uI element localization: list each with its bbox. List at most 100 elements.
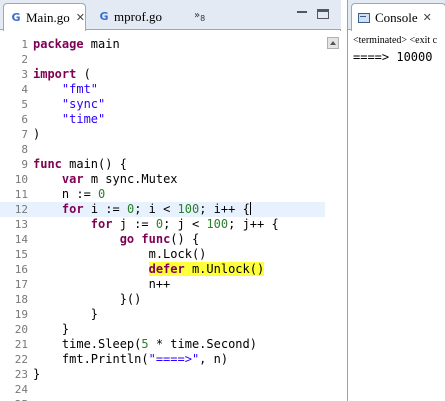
- code-token: "fmt": [61, 82, 99, 96]
- code-line[interactable]: 1 package main: [0, 37, 325, 52]
- editor-pane: G Main.go ✕ G mprof.go »8 1 package main 2…: [0, 0, 341, 401]
- code-text: ): [33, 127, 40, 142]
- editor-tab-bar: G Main.go ✕ G mprof.go »8: [0, 0, 341, 31]
- maximize-button[interactable]: [317, 9, 329, 19]
- code-line[interactable]: 10 var m sync.Mutex: [0, 172, 325, 187]
- code-text: time.Sleep(5 * time.Second): [33, 337, 257, 352]
- code-token: }: [33, 307, 99, 321]
- code-line[interactable]: 17 n++: [0, 277, 325, 292]
- line-number: 9: [21, 158, 28, 171]
- code-line[interactable]: 21 time.Sleep(5 * time.Second): [0, 337, 325, 352]
- close-icon[interactable]: ✕: [76, 11, 85, 24]
- line-number: 12: [14, 203, 28, 216]
- code-editor[interactable]: 1 package main 2 3 import (4 "fmt" 5 "sync" 6 …: [0, 31, 325, 401]
- tab-overflow-button[interactable]: »8: [194, 10, 205, 23]
- console-pane: Console ✕ <terminated> <exit c ====> 100…: [347, 0, 445, 401]
- code-text: n := 0: [33, 187, 105, 202]
- line-number: 2: [21, 53, 28, 66]
- code-line[interactable]: 24: [0, 382, 325, 397]
- code-line[interactable]: 18 }(): [0, 292, 325, 307]
- code-token: m sync.Mutex: [83, 172, 178, 186]
- vertical-scrollbar[interactable]: [325, 31, 341, 401]
- tab-mprof-go[interactable]: G mprof.go: [92, 3, 192, 30]
- line-number: 25: [0, 397, 28, 401]
- close-icon[interactable]: ✕: [423, 11, 432, 24]
- code-line[interactable]: 11 n := 0: [0, 187, 325, 202]
- code-text: var m sync.Mutex: [33, 172, 178, 187]
- code-line[interactable]: 19 }: [0, 307, 325, 322]
- code-token: () {: [170, 232, 200, 246]
- code-token: fmt.Println(: [33, 352, 149, 366]
- code-token: n :=: [33, 187, 99, 201]
- code-token: i :=: [83, 202, 127, 216]
- code-token: m.Unlock(): [184, 262, 265, 276]
- line-number: 24: [14, 383, 28, 396]
- code-line[interactable]: 16 defer m.Unlock(): [0, 262, 325, 277]
- line-number: 4: [21, 83, 28, 96]
- code-token: 100: [206, 217, 229, 231]
- code-line[interactable]: 2: [0, 52, 325, 67]
- line-number: 10: [14, 173, 28, 186]
- code-line[interactable]: 6 "time": [0, 112, 325, 127]
- tab-console[interactable]: Console ✕: [351, 3, 445, 31]
- code-line[interactable]: 13 for j := 0; j < 100; j++ {: [0, 217, 325, 232]
- code-text: import (: [33, 67, 91, 82]
- overflow-count: 8: [200, 14, 206, 23]
- code-token: (: [76, 67, 91, 81]
- code-token: 5: [141, 337, 149, 351]
- tab-main-go[interactable]: G Main.go ✕: [3, 3, 86, 31]
- code-text: }: [33, 307, 98, 322]
- line-number: 14: [14, 233, 28, 246]
- line-number: 16: [14, 263, 28, 276]
- code-text: "sync": [33, 97, 105, 112]
- console-tab-bar: Console ✕: [348, 0, 445, 31]
- code-line[interactable]: 12 for i := 0; i < 100; i++ {: [0, 202, 325, 217]
- code-token: * time.Second): [148, 337, 257, 351]
- code-token: ; j++ {: [228, 217, 279, 231]
- code-token: time.Sleep(: [33, 337, 142, 351]
- code-text: go func() {: [33, 232, 200, 247]
- code-line[interactable]: 22 fmt.Println("====>", n): [0, 352, 325, 367]
- line-number: 15: [14, 248, 28, 261]
- code-line[interactable]: 5 "sync": [0, 97, 325, 112]
- minimize-button[interactable]: [296, 9, 308, 19]
- code-line[interactable]: 3 import (: [0, 67, 325, 82]
- code-token: }: [33, 367, 41, 381]
- code-text: fmt.Println("====>", n): [33, 352, 228, 367]
- line-number: 8: [21, 143, 28, 156]
- code-line[interactable]: 20 }: [0, 322, 325, 337]
- line-number: 20: [14, 323, 28, 336]
- code-line[interactable]: 7): [0, 127, 325, 142]
- code-line[interactable]: 25: [0, 397, 325, 401]
- code-token: , n): [199, 352, 229, 366]
- code-line[interactable]: 23}: [0, 367, 325, 382]
- line-number: 22: [14, 353, 28, 366]
- code-line[interactable]: 9 func main() {: [0, 157, 325, 172]
- code-line[interactable]: 14 go func() {: [0, 232, 325, 247]
- code-token: n++: [33, 277, 171, 291]
- line-number: 18: [14, 293, 28, 306]
- code-text: "fmt": [33, 82, 98, 97]
- console-icon: [358, 12, 370, 23]
- code-token: main() {: [61, 157, 127, 171]
- code-line[interactable]: 15 m.Lock(): [0, 247, 325, 262]
- line-number: 7: [21, 128, 28, 141]
- code-text: }: [33, 322, 69, 337]
- code-line[interactable]: 4 "fmt": [0, 82, 325, 97]
- code-token: go: [119, 232, 135, 246]
- line-number: 19: [14, 308, 28, 321]
- code-line[interactable]: 8: [0, 142, 325, 157]
- line-number: 23: [14, 368, 28, 381]
- text-caret: [249, 202, 251, 215]
- tab-label: Console: [375, 9, 418, 25]
- scroll-up-button[interactable]: [327, 37, 339, 49]
- code-text: func main() {: [33, 157, 127, 172]
- go-file-icon: G: [99, 10, 109, 23]
